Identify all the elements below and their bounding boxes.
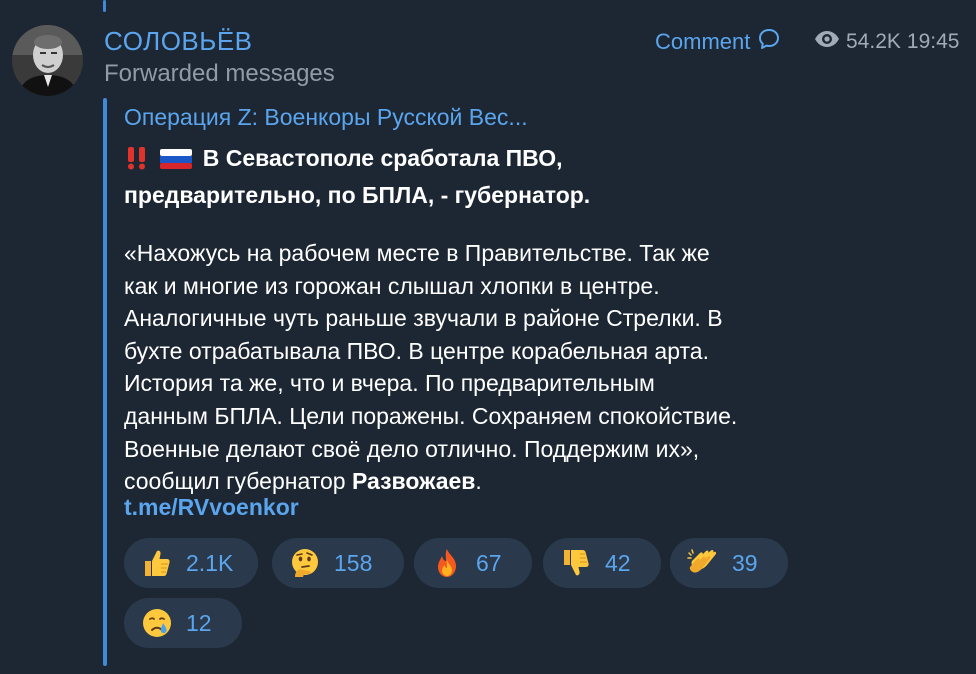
- reaction-thinking-face[interactable]: 158: [272, 538, 404, 588]
- body-line-last: сообщил губернатор Развожаев.: [124, 465, 884, 498]
- person-portrait-icon: [12, 25, 83, 96]
- comment-bubble-icon: [758, 28, 780, 55]
- forwarded-label: Forwarded messages: [104, 60, 335, 87]
- body-line: данным БПЛА. Цели поражены. Сохраняем сп…: [124, 402, 738, 429]
- reaction-thumbs-down[interactable]: 42: [543, 538, 661, 588]
- avatar[interactable]: [12, 25, 83, 96]
- channel-name[interactable]: СОЛОВЬЁВ: [104, 26, 253, 57]
- body-line-prefix: сообщил губернатор: [124, 468, 352, 495]
- fire-icon: [430, 546, 464, 580]
- clapping-hands-icon: [686, 546, 720, 580]
- message-time: 19:45: [906, 30, 960, 53]
- comment-label: Comment: [655, 28, 751, 54]
- thumbs-down-icon: [559, 546, 593, 580]
- reaction-count: 39: [732, 549, 758, 576]
- message-body: «Нахожусь на рабочем месте в Правительст…: [124, 237, 884, 498]
- reaction-count: 12: [186, 609, 212, 636]
- reaction-thumbs-up[interactable]: 2.1K: [124, 538, 258, 588]
- headline-line-1: В Севастополе сработала ПВО,: [202, 145, 563, 171]
- reaction-count: 2.1K: [186, 549, 234, 576]
- body-line: бухте отрабатывала ПВО. В центре корабел…: [124, 337, 709, 364]
- body-line: Аналогичные чуть раньше звучали в районе…: [124, 305, 723, 332]
- message-view: СОЛОВЬЁВ Forwarded messages Comment 54.2…: [0, 0, 976, 674]
- governor-name: Развожаев: [351, 468, 476, 495]
- comment-button[interactable]: Comment: [655, 28, 780, 55]
- body-line: «Нахожусь на рабочем месте в Правительст…: [124, 240, 710, 266]
- double-exclamation-icon: [124, 146, 150, 179]
- thinking-face-icon: [288, 546, 322, 580]
- body-line: как и многие из горожан слышал хлопки в …: [124, 272, 660, 299]
- previous-message-quote-bar: [103, 0, 106, 12]
- reaction-crying-face[interactable]: 12: [124, 598, 242, 648]
- headline-line-2: предварительно, по БПЛА, - губернатор.: [124, 182, 591, 208]
- body-line-suffix: .: [475, 468, 482, 495]
- forward-quote-bar: [103, 98, 107, 666]
- russia-flag-icon: [160, 146, 193, 179]
- forward-source-title[interactable]: Операция Z: Военкоры Русской Вес...: [124, 104, 528, 131]
- message-meta: 54.2K 19:45: [814, 30, 959, 54]
- reaction-fire[interactable]: 67: [414, 538, 532, 588]
- thumbs-up-icon: [140, 546, 174, 580]
- message-headline: В Севастополе сработала ПВО, предварител…: [124, 142, 724, 212]
- reaction-count: 67: [476, 549, 502, 576]
- reaction-clapping-hands[interactable]: 39: [670, 538, 788, 588]
- reaction-count: 158: [334, 549, 373, 576]
- channel-link[interactable]: t.me/RVvoenkor: [124, 494, 299, 521]
- body-line: Военные делают своё дело отлично. Поддер…: [124, 435, 700, 462]
- crying-face-icon: [140, 606, 174, 640]
- eye-icon: [814, 30, 840, 54]
- body-line: История та же, что и вчера. По предварит…: [124, 370, 655, 397]
- view-count: 54.2K: [846, 30, 901, 53]
- reaction-count: 42: [605, 549, 631, 576]
